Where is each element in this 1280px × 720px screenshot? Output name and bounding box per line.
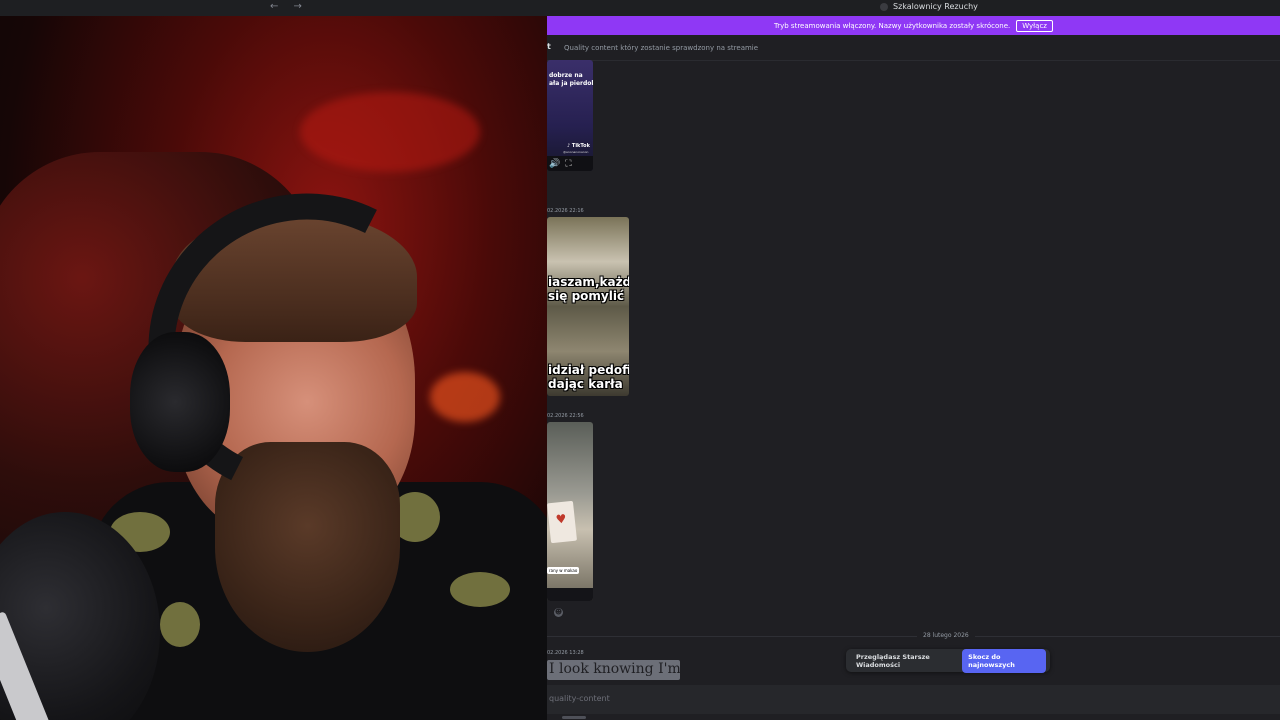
channel-topic: Quality content który zostanie sprawdzon…: [564, 44, 759, 52]
headphone-earcup: [130, 332, 230, 472]
fullscreen-icon[interactable]: ⛶: [565, 159, 571, 169]
message-timestamp: 02.2026 13:28: [547, 650, 584, 656]
quote-text: I look knowing I'm: [549, 661, 680, 677]
background-light: [300, 92, 480, 172]
card-video-thumbnail[interactable]: rany w makao: [547, 422, 593, 601]
date-divider-line: [547, 636, 1280, 637]
older-messages-label: Przeglądasz Starsze Wiadomości: [856, 652, 930, 669]
server-title: Szkalownicy Rezuchy: [893, 2, 978, 11]
channel-header: t Quality content który zostanie sprawdz…: [547, 35, 1280, 61]
tiktok-video-embed[interactable]: dobrze na ała ja pierdolę ♪ TikTok @anon…: [547, 60, 593, 171]
window-title: Szkalownicy Rezuchy: [880, 2, 978, 11]
message-timestamp: 02.2026 22:16: [547, 208, 584, 214]
meme-image[interactable]: iaszam,każdy się pomylić idział pedofil …: [547, 217, 629, 396]
video-caption: dobrze na ała ja pierdolę: [549, 72, 593, 87]
meme-caption-top: iaszam,każdy się pomylić: [548, 275, 629, 303]
channel-name: t: [547, 42, 551, 51]
nav-arrows[interactable]: ← →: [270, 1, 308, 12]
video-subtitle: rany w makao: [547, 567, 580, 574]
volume-icon[interactable]: 🔊: [549, 159, 560, 169]
streamer-mode-banner: Tryb streamowania włączony. Nazwy użytko…: [547, 16, 1280, 35]
jump-to-present-button[interactable]: Skocz do najnowszych: [962, 648, 1046, 673]
title-bar: ← → Szkalownicy Rezuchy: [0, 0, 1280, 16]
video-bottom-bar: [547, 588, 593, 601]
webcam-overlay: [0, 12, 547, 720]
playing-card-image: [547, 500, 578, 544]
streamer-mode-text: Tryb streamowania włączony. Nazwy użytko…: [774, 21, 1011, 30]
older-messages-bar: Przeglądasz Starsze Wiadomości Skocz do …: [846, 648, 1050, 673]
horizontal-scrollbar[interactable]: [562, 716, 586, 719]
date-divider: 28 lutego 2026: [917, 632, 975, 639]
chat-area: t Quality content który zostanie sprawdz…: [547, 35, 1280, 720]
message-timestamp: 02.2026 22:56: [547, 413, 584, 419]
image-quote[interactable]: I look knowing I'm: [547, 660, 680, 680]
meme-caption-bottom: idział pedofil dając karła: [548, 363, 629, 391]
server-icon: [880, 2, 888, 11]
reaction-icon[interactable]: ☻: [554, 608, 563, 617]
tiktok-user: @anonanonanon: [563, 150, 589, 154]
disable-streamer-mode-button[interactable]: Wyłącz: [1016, 19, 1053, 32]
tiktok-logo: ♪ TikTok: [567, 143, 590, 149]
message-composer[interactable]: quality-content: [547, 685, 1280, 714]
composer-placeholder: quality-content: [549, 694, 610, 703]
video-controls: 🔊 ⛶: [547, 156, 593, 171]
